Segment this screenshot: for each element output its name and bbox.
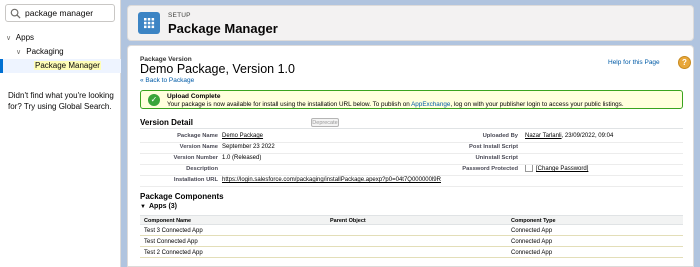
post-install-script-label: Post Install Script: [469, 144, 518, 150]
divider: [140, 153, 683, 154]
uploaded-by-user-link[interactable]: Nazar Tarlanli: [525, 133, 562, 139]
version-detail-title: Version Detail: [140, 118, 193, 127]
content-panel: Package Version Demo Package, Version 1.…: [127, 45, 694, 267]
component-type: Connected App: [511, 227, 553, 234]
check-icon: ✓: [148, 94, 160, 106]
package-name-link[interactable]: Demo Package: [222, 133, 263, 139]
quick-find-search[interactable]: package manager: [5, 4, 115, 22]
uploaded-by-date: , 23/09/2022, 09:04: [561, 133, 614, 139]
main-area: SETUP Package Manager Package Version De…: [121, 0, 700, 267]
uninstall-script-label: Uninstall Script: [475, 155, 518, 161]
component-name: Test 2 Connected App: [144, 249, 203, 256]
tree-item-package-manager-label: Package Manager: [34, 61, 101, 70]
password-protected-checkbox: [525, 164, 533, 172]
deprecate-button[interactable]: Deprecate: [311, 118, 339, 127]
triangle-down-icon: ▼: [140, 204, 146, 210]
package-components-title: Package Components: [140, 192, 224, 201]
description-label: Description: [186, 166, 218, 172]
message-body: Your package is now available for instal…: [167, 101, 624, 108]
uploaded-by-value: Nazar Tarlanli, 23/09/2022, 09:04: [525, 133, 613, 139]
installation-url-link[interactable]: https://login.salesforce.com/packaging/i…: [222, 177, 441, 183]
divider: [140, 142, 683, 143]
divider: [140, 164, 683, 165]
version-number-value: 1.0 (Released): [222, 155, 262, 161]
column-header[interactable]: Component Type: [511, 218, 556, 224]
search-icon: [10, 8, 21, 19]
table-row[interactable]: Test 2 Connected App Connected App: [140, 247, 683, 258]
table-row[interactable]: Test 3 Connected App Connected App: [140, 225, 683, 236]
chevron-down-icon: ∨: [16, 49, 22, 56]
setup-sidebar: package manager ∨ Apps ∨ Packaging Packa…: [0, 0, 121, 267]
component-name: Test Connected App: [144, 238, 198, 245]
setup-header: SETUP Package Manager: [127, 5, 694, 41]
component-name: Test 3 Connected App: [144, 227, 203, 234]
tree-item-apps[interactable]: ∨ Apps: [6, 33, 34, 42]
grid-icon: [138, 12, 160, 34]
divider: [140, 186, 683, 187]
uploaded-by-label: Uploaded By: [482, 133, 518, 139]
tree-item-packaging-label: Packaging: [26, 47, 64, 56]
table-header: Component Name Parent Object Component T…: [140, 215, 683, 225]
help-icon[interactable]: ?: [678, 56, 691, 69]
page-title: Package Manager: [168, 21, 278, 36]
apps-group-label: Apps (3): [149, 203, 177, 210]
search-input[interactable]: package manager: [25, 8, 93, 18]
tree-item-package-manager[interactable]: Package Manager: [0, 59, 121, 73]
package-version-title: Demo Package, Version 1.0: [140, 62, 295, 76]
table-row[interactable]: Test Connected App Connected App: [140, 236, 683, 247]
tree-item-apps-label: Apps: [15, 33, 35, 42]
password-protected-label: Password Protected: [462, 166, 518, 172]
package-name-label: Package Name: [177, 133, 218, 139]
message-title: Upload Complete: [167, 93, 221, 100]
version-name-value: September 23 2022: [222, 144, 275, 150]
upload-complete-message: ✓ Upload Complete Your package is now av…: [140, 90, 683, 109]
help-for-page-link[interactable]: Help for this Page: [608, 59, 660, 66]
tree-item-packaging[interactable]: ∨ Packaging: [16, 47, 64, 56]
version-name-label: Version Name: [179, 144, 218, 150]
chevron-down-icon: ∨: [6, 35, 12, 42]
not-found-hint: Didn't find what you're looking for? Try…: [8, 91, 114, 111]
appexchange-link[interactable]: AppExchange: [411, 101, 450, 108]
message-text: Your package is now available for instal…: [167, 100, 412, 108]
header-eyebrow: SETUP: [168, 12, 191, 19]
column-header[interactable]: Parent Object: [330, 218, 366, 224]
back-to-package-link[interactable]: « Back to Package: [140, 77, 194, 84]
component-type: Connected App: [511, 249, 553, 256]
divider: [140, 128, 683, 129]
column-header[interactable]: Component Name: [144, 218, 191, 224]
installation-url-label: Installation URL: [173, 177, 218, 183]
apps-group-toggle[interactable]: ▼ Apps (3): [140, 202, 683, 213]
component-type: Connected App: [511, 238, 553, 245]
divider: [140, 175, 683, 176]
components-table: Component Name Parent Object Component T…: [140, 215, 683, 258]
change-password-link[interactable]: [Change Password]: [536, 166, 588, 172]
version-number-label: Version Number: [173, 155, 218, 161]
message-text-end: , log on with your publisher login to ac…: [450, 100, 624, 108]
